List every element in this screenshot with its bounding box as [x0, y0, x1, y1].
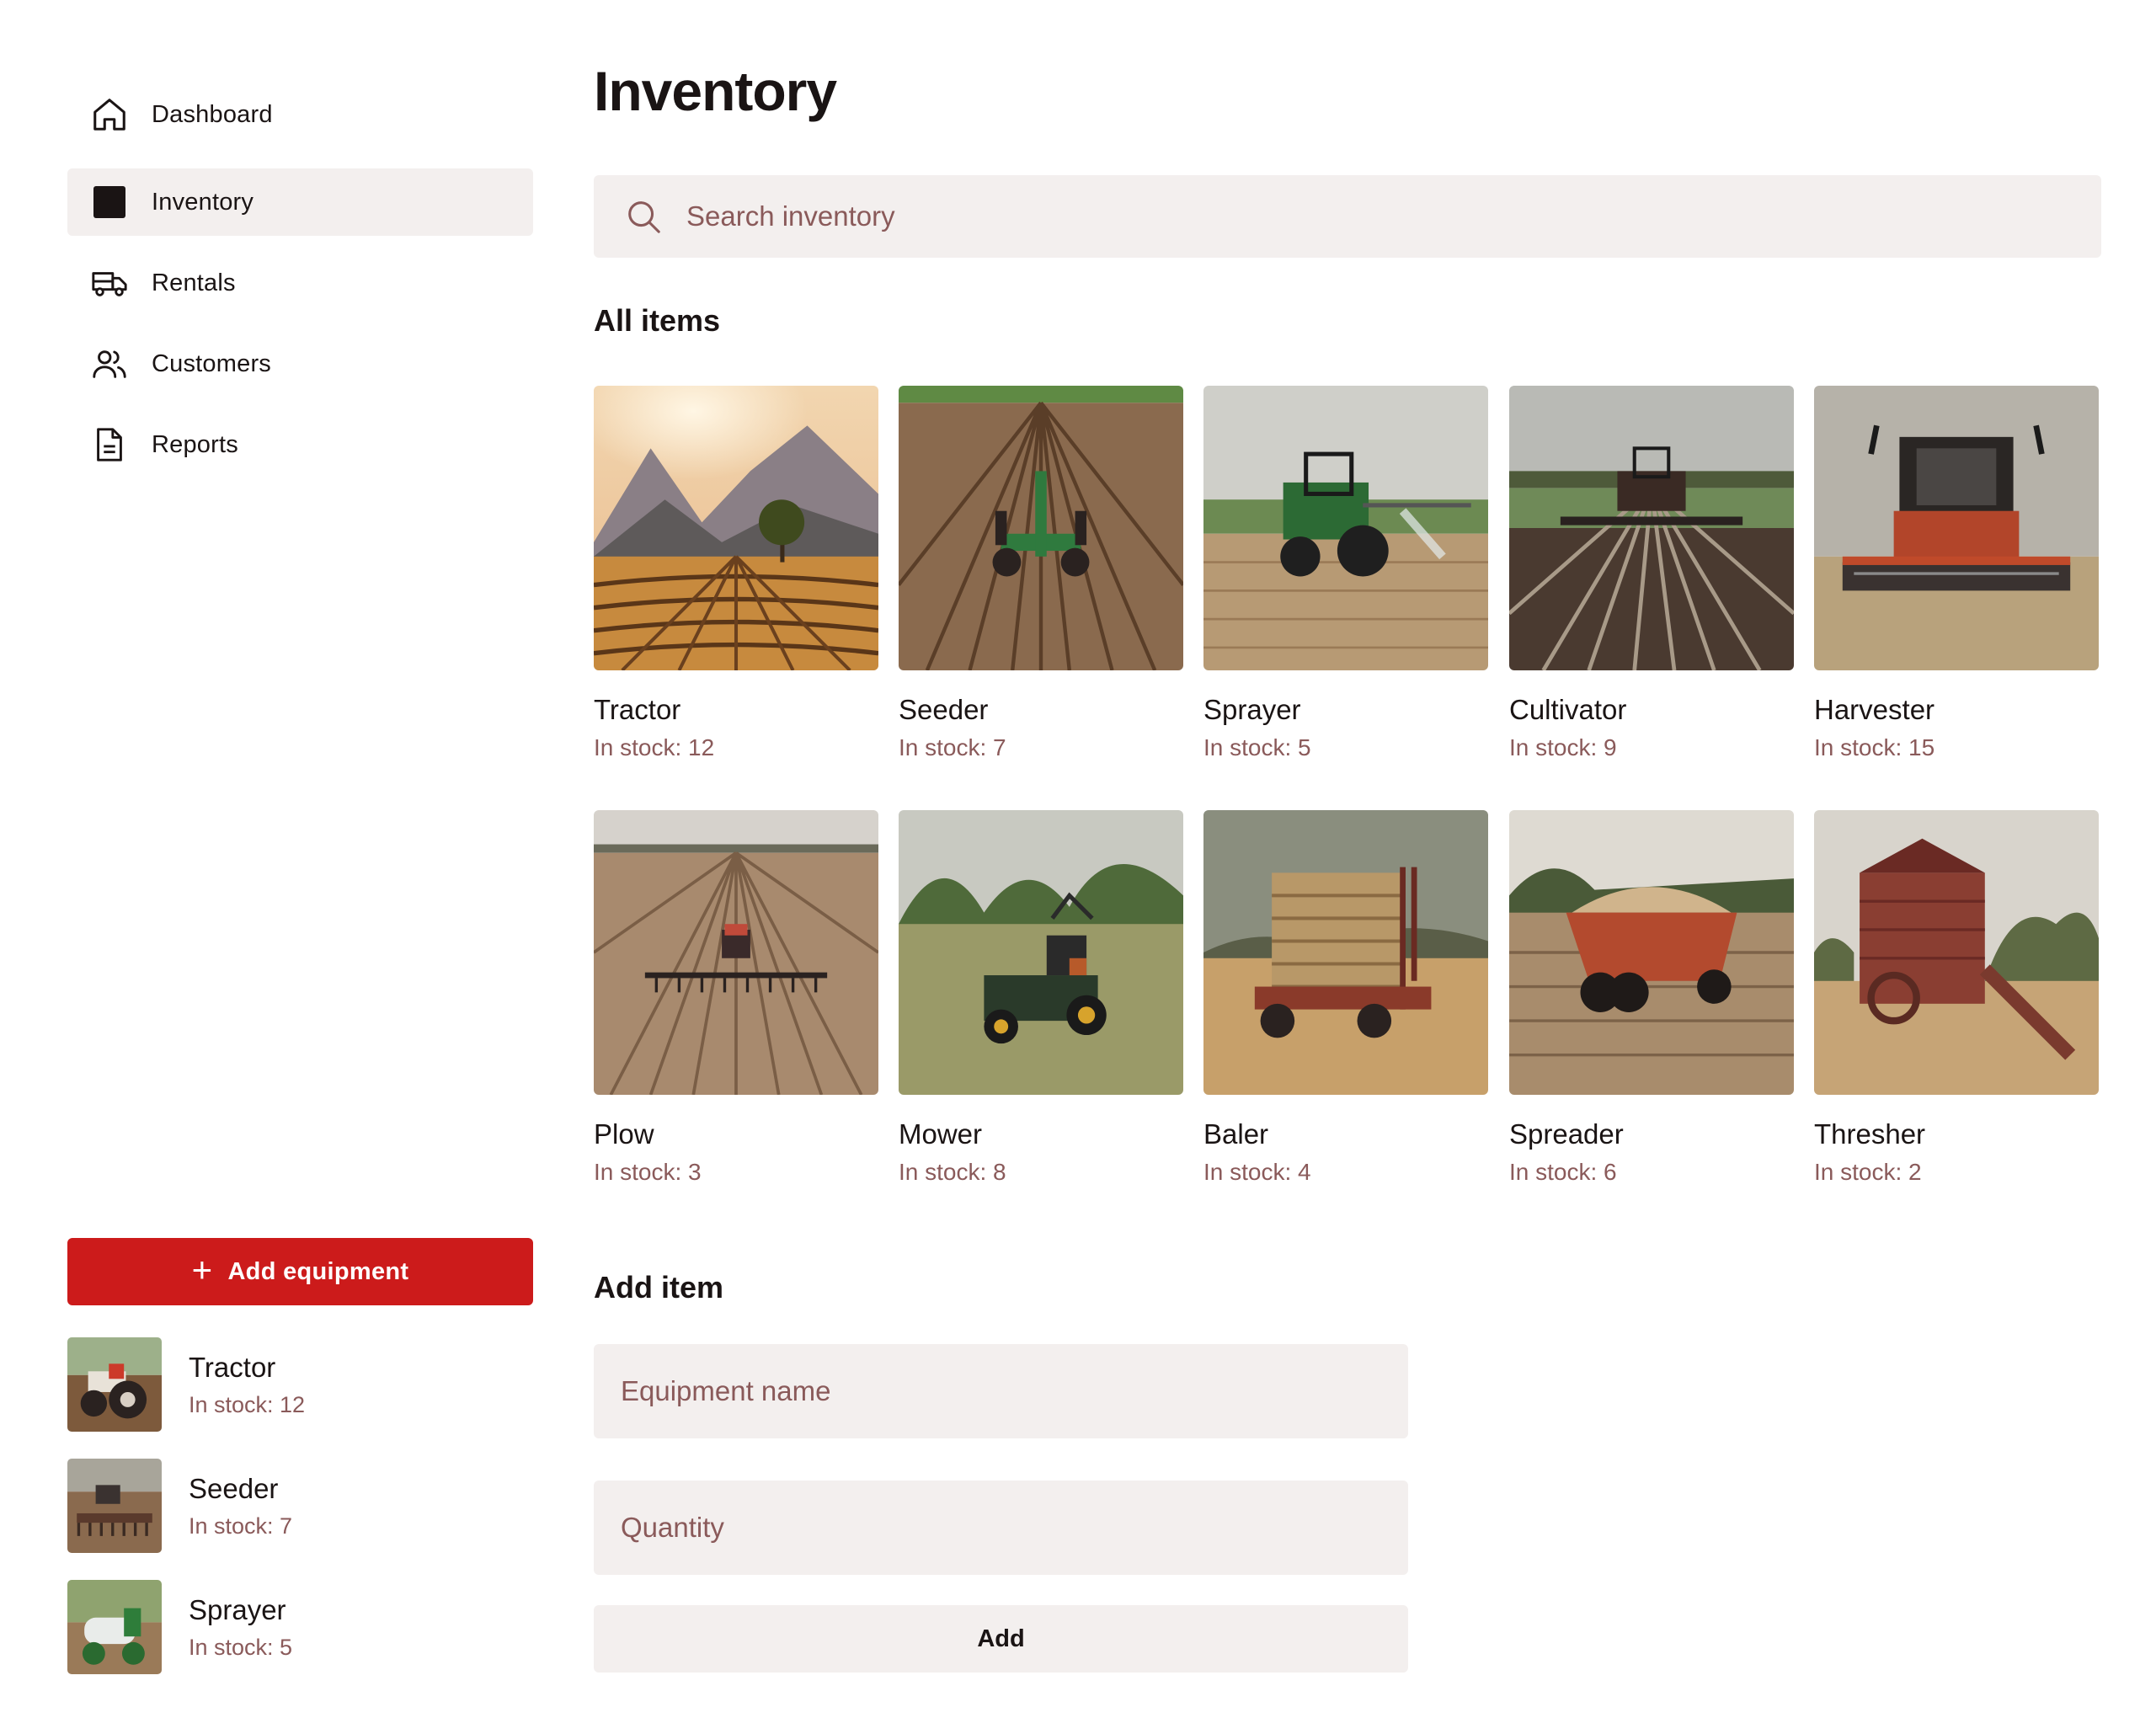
thresher-image	[1814, 810, 2099, 1095]
list-item-name: Tractor	[189, 1351, 276, 1383]
item-stock: In stock: 6	[1509, 1159, 1617, 1185]
spreader-image	[1509, 810, 1794, 1095]
tractor-thumbnail	[67, 1337, 162, 1432]
equipment-name-field[interactable]	[594, 1344, 1408, 1438]
item-card-baler[interactable]: Baler In stock: 4	[1203, 810, 1488, 1186]
add-button[interactable]: Add	[594, 1605, 1408, 1673]
add-equipment-button[interactable]: + Add equipment	[67, 1238, 533, 1305]
item-card-seeder[interactable]: Seeder In stock: 7	[899, 386, 1183, 761]
item-stock: In stock: 9	[1509, 734, 1617, 760]
list-item-name: Seeder	[189, 1472, 279, 1504]
quantity-field[interactable]	[594, 1481, 1408, 1575]
baler-image	[1203, 810, 1488, 1095]
item-name: Mower	[899, 1118, 983, 1150]
item-card-tractor[interactable]: Tractor In stock: 12	[594, 386, 878, 761]
item-card-thresher[interactable]: Thresher In stock: 2	[1814, 810, 2099, 1186]
add-equipment-label: Add equipment	[227, 1257, 409, 1285]
search-icon	[628, 201, 660, 233]
sidebar-item-customers[interactable]: Customers	[67, 330, 533, 397]
quantity-input[interactable]	[621, 1512, 1379, 1544]
list-item-name: Sprayer	[189, 1593, 286, 1625]
main-content: Inventory All items Tractor In stock: 12	[594, 0, 2101, 1718]
page-title: Inventory	[594, 60, 837, 122]
item-name: Seeder	[899, 694, 989, 725]
add-item-heading: Add item	[594, 1270, 724, 1305]
document-icon	[89, 424, 130, 465]
plus-icon: +	[191, 1250, 213, 1289]
sidebar-item-dashboard[interactable]: Dashboard	[67, 81, 533, 148]
list-item-stock: In stock: 5	[189, 1634, 293, 1660]
harvester-image	[1814, 386, 2099, 670]
item-name: Harvester	[1814, 694, 1935, 725]
list-item[interactable]: Seeder In stock: 7	[67, 1459, 533, 1553]
item-name: Tractor	[594, 694, 681, 725]
item-card-sprayer[interactable]: Sprayer In stock: 5	[1203, 386, 1488, 761]
item-stock: In stock: 2	[1814, 1159, 1922, 1185]
sidebar-item-label: Customers	[152, 349, 271, 377]
all-items-heading: All items	[594, 303, 721, 338]
sidebar: Dashboard Inventory Rentals Customers Re…	[67, 81, 533, 1698]
sidebar-item-label: Reports	[152, 430, 238, 458]
item-stock: In stock: 4	[1203, 1159, 1311, 1185]
item-name: Spreader	[1509, 1118, 1624, 1150]
square-icon	[89, 182, 130, 222]
users-icon	[89, 344, 130, 384]
list-item[interactable]: Tractor In stock: 12	[67, 1337, 533, 1432]
list-item-stock: In stock: 12	[189, 1391, 306, 1417]
cultivator-image	[1509, 386, 1794, 670]
item-stock: In stock: 15	[1814, 734, 1935, 760]
item-card-plow[interactable]: Plow In stock: 3	[594, 810, 878, 1186]
item-card-mower[interactable]: Mower In stock: 8	[899, 810, 1183, 1186]
item-name: Thresher	[1814, 1118, 1926, 1150]
item-name: Sprayer	[1203, 694, 1301, 725]
sidebar-item-rentals[interactable]: Rentals	[67, 249, 533, 317]
item-stock: In stock: 8	[899, 1159, 1006, 1185]
item-name: Plow	[594, 1118, 654, 1150]
sprayer-thumbnail	[67, 1580, 162, 1674]
item-card-spreader[interactable]: Spreader In stock: 6	[1509, 810, 1794, 1186]
home-icon	[89, 94, 130, 135]
search-input[interactable]	[686, 200, 1950, 232]
item-stock: In stock: 12	[594, 734, 715, 760]
item-card-cultivator[interactable]: Cultivator In stock: 9	[1509, 386, 1794, 761]
sidebar-item-reports[interactable]: Reports	[67, 411, 533, 478]
plow-image	[594, 810, 878, 1095]
sidebar-item-label: Dashboard	[152, 100, 273, 128]
list-item-stock: In stock: 7	[189, 1513, 293, 1539]
item-stock: In stock: 5	[1203, 734, 1311, 760]
search-bar[interactable]	[594, 175, 2101, 258]
item-name: Baler	[1203, 1118, 1269, 1150]
item-stock: In stock: 3	[594, 1159, 702, 1185]
sidebar-item-inventory[interactable]: Inventory	[67, 168, 533, 236]
equipment-name-input[interactable]	[621, 1375, 1379, 1407]
list-item[interactable]: Sprayer In stock: 5	[67, 1580, 533, 1674]
truck-icon	[89, 263, 130, 303]
item-card-harvester[interactable]: Harvester In stock: 15	[1814, 386, 2099, 761]
sidebar-item-label: Rentals	[152, 269, 236, 296]
item-stock: In stock: 7	[899, 734, 1006, 760]
sidebar-item-label: Inventory	[152, 188, 254, 216]
mower-image	[899, 810, 1183, 1095]
seeder-image	[899, 386, 1183, 670]
sprayer-image	[1203, 386, 1488, 670]
item-name: Cultivator	[1509, 694, 1627, 725]
seeder-thumbnail	[67, 1459, 162, 1553]
tractor-image	[594, 386, 878, 670]
